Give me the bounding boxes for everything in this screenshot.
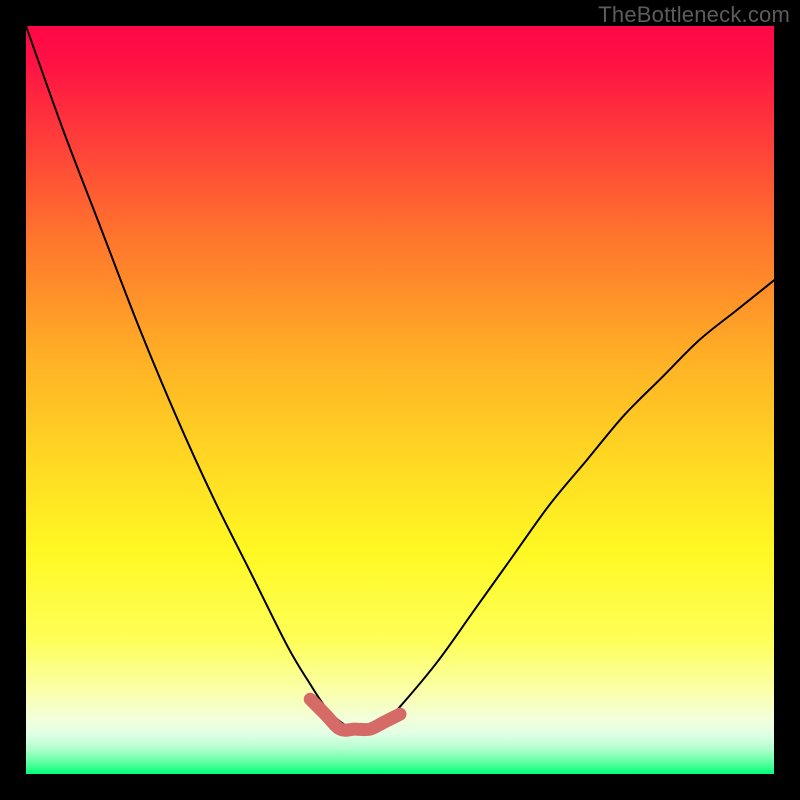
chart-plot-area (26, 26, 774, 774)
chart-frame: TheBottleneck.com (0, 0, 800, 800)
watermark-text: TheBottleneck.com (598, 2, 790, 28)
gradient-background (26, 26, 774, 774)
chart-svg (26, 26, 774, 774)
